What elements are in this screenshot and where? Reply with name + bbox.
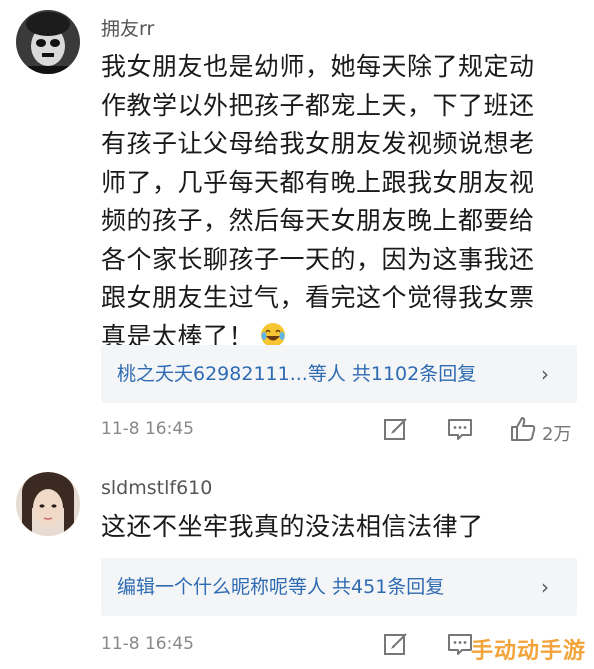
timestamp: 11-8 16:45 bbox=[101, 634, 194, 654]
reply-summary-link[interactable]: 桃之夭夭62982111...等人 共1102条回复 › bbox=[101, 345, 577, 403]
comment-text-line: 师了，几乎每天都有晚上跟我女朋友视 bbox=[101, 167, 535, 197]
comment-text-line: 作教学以外把孩子都宠上天，下了班还 bbox=[101, 90, 535, 120]
timestamp: 11-8 16:45 bbox=[101, 419, 194, 439]
watermark-logo: 手动动手游 bbox=[470, 639, 586, 664]
chevron-right-icon: › bbox=[541, 362, 549, 386]
like-icon[interactable] bbox=[509, 415, 539, 445]
repost-icon[interactable] bbox=[382, 415, 412, 445]
username[interactable]: 拥友rr bbox=[101, 14, 154, 41]
comment-meta: 11-8 16:45 2万 bbox=[101, 415, 581, 449]
reply-summary-text: 桃之夭夭62982111...等人 共1102条回复 bbox=[117, 363, 477, 385]
comment-text: 我女朋友也是幼师，她每天除了规定动 作教学以外把孩子都宠上天，下了班还 有孩子让… bbox=[101, 48, 581, 359]
comment-text-line: 跟女朋友生过气，看完这个觉得我女票 bbox=[101, 283, 535, 312]
avatar[interactable] bbox=[16, 472, 80, 536]
comment-text-line: 这还不坐牢我真的没法相信法律了 bbox=[101, 512, 484, 541]
comment-text-line: 频的孩子，然后每天女朋友晚上都要给 bbox=[101, 206, 535, 235]
avatar[interactable] bbox=[16, 10, 80, 74]
reply-summary-text: 编辑一个什么昵称呢等人 共451条回复 bbox=[117, 576, 445, 598]
reply-summary-link[interactable]: 编辑一个什么昵称呢等人 共451条回复 › bbox=[101, 558, 577, 616]
comment-icon[interactable] bbox=[446, 415, 476, 445]
comment-text: 这还不坐牢我真的没法相信法律了 bbox=[101, 508, 581, 547]
repost-icon[interactable] bbox=[382, 630, 412, 660]
comment-text-line: 各个家长聊孩子一天的，因为这事我还 bbox=[101, 244, 535, 274]
username[interactable]: sldmstlf610 bbox=[101, 477, 212, 499]
comment-text-line: 我女朋友也是幼师，她每天除了规定动 bbox=[101, 52, 535, 81]
chevron-right-icon: › bbox=[541, 575, 549, 599]
like-count: 2万 bbox=[542, 424, 572, 445]
comment-text-line: 有孩子让父母给我女朋友发视频说想老 bbox=[101, 129, 535, 158]
